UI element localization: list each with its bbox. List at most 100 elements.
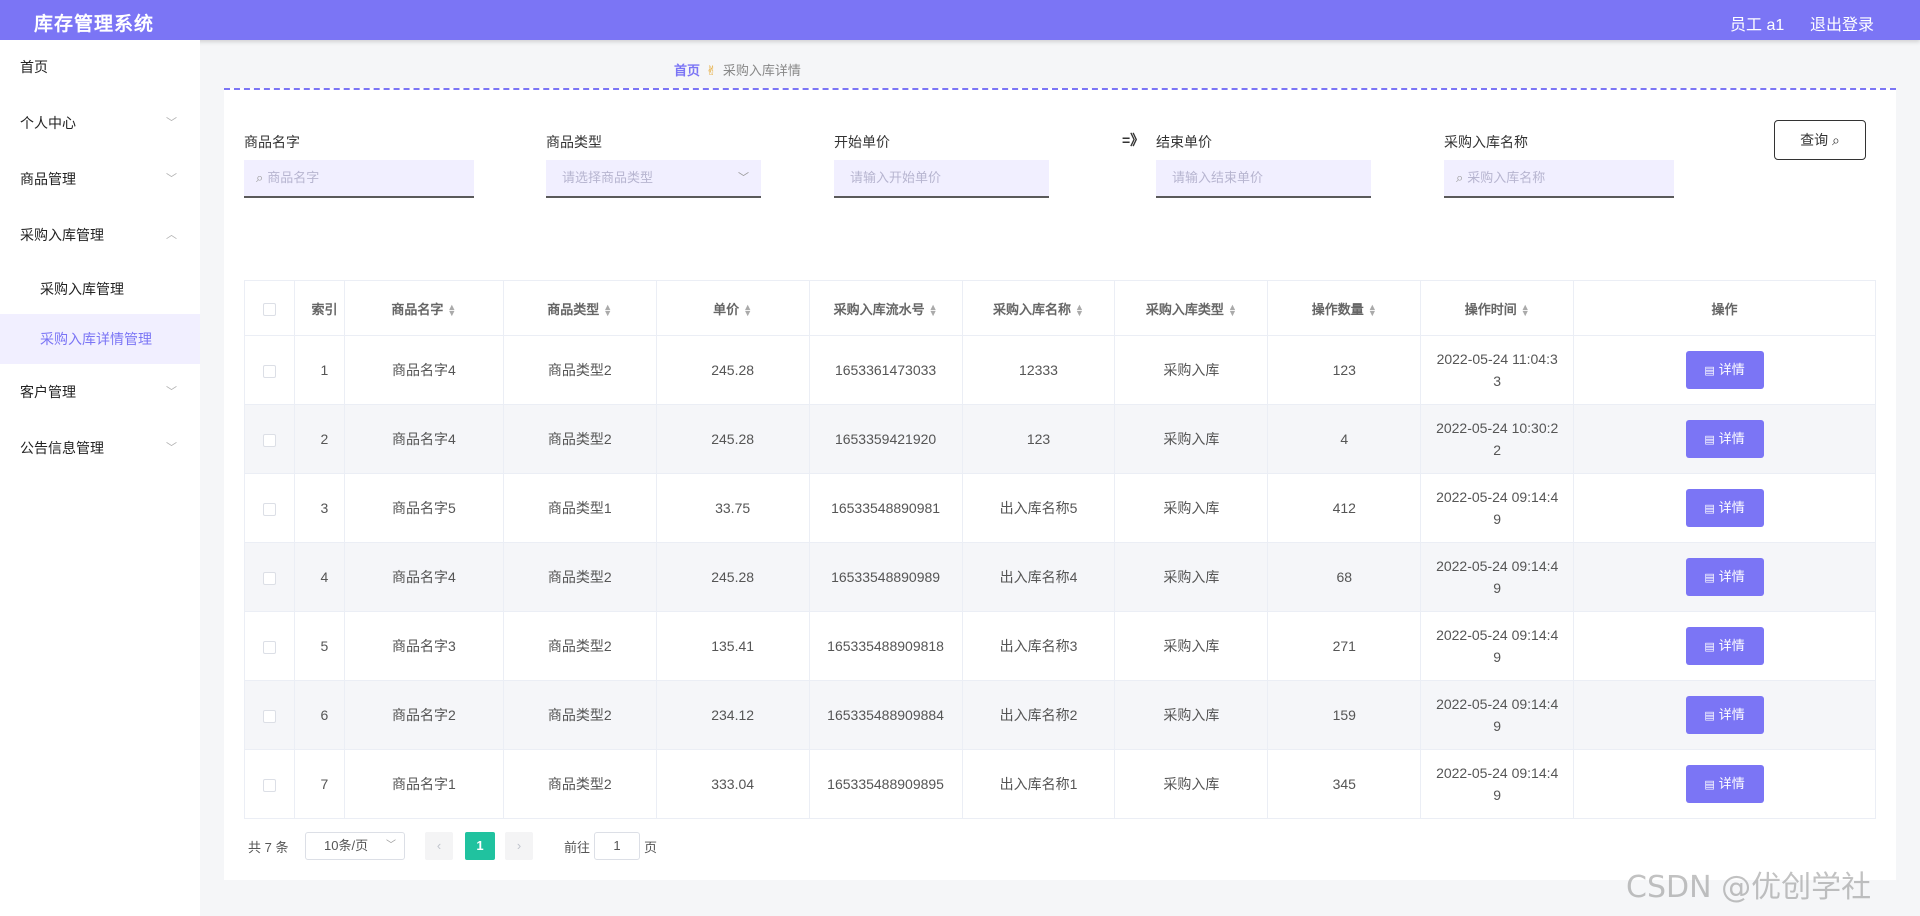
cell-serial: 165335488909895 [808, 749, 963, 819]
sort-icon[interactable]: ▲ ▼ [447, 303, 456, 318]
chevron-right-icon: › [516, 838, 522, 853]
header-quantity[interactable]: 操作数量 ▲ ▼ [1267, 280, 1422, 336]
sidebar-item-home[interactable]: 首页 [0, 42, 200, 92]
sidebar-item-personal-center[interactable]: 个人中心 ﹀ [0, 98, 200, 148]
sidebar-item-purchase[interactable]: 采购入库管理 ︿ [0, 210, 200, 260]
row-checkbox[interactable] [262, 778, 276, 792]
row-checkbox[interactable] [262, 364, 276, 378]
sidebar-subitem-purchase-manage[interactable]: 采购入库管理 [0, 264, 200, 314]
detail-button[interactable]: ▤ 详情 [1685, 696, 1764, 734]
pagination-total: 共 7 条 [248, 840, 289, 855]
sort-icon[interactable]: ▲ ▼ [1521, 303, 1530, 318]
sidebar-subitem-purchase-detail[interactable]: 采购入库详情管理 [0, 314, 200, 364]
sort-icon[interactable]: ▲ ▼ [743, 303, 752, 318]
time-line-1: 2022-05-24 09:14:4 [1436, 627, 1559, 643]
chevron-left-icon: ‹ [436, 838, 442, 853]
detail-button[interactable]: ▤ 详情 [1685, 627, 1764, 665]
detail-button[interactable]: ▤ 详情 [1685, 765, 1764, 803]
sidebar-item-label: 公告信息管理 [20, 440, 104, 456]
header-label: 单价 [713, 301, 740, 317]
cell-actions: ▤ 详情 [1573, 749, 1876, 819]
search-button-label: 查询 [1800, 132, 1829, 148]
detail-button[interactable]: ▤ 详情 [1685, 420, 1764, 458]
page-size-select[interactable]: 10条/页 ﹀ [305, 832, 405, 860]
document-icon: ▤ [1704, 434, 1715, 446]
goods-name-input[interactable]: ⌕ 商品名字 [244, 160, 474, 198]
table-row: 4 商品名字4 商品类型2 245.28 16533548890989 出入库名称4 采购入… [244, 542, 1876, 612]
header-price[interactable]: 单价 ▲ ▼ [655, 280, 810, 336]
row-checkbox[interactable] [262, 709, 276, 723]
cell-goods-name: 商品名字2 [343, 680, 504, 750]
sidebar-item-label: 采购入库管理 [20, 227, 104, 243]
chevron-down-icon: ﹀ [166, 442, 177, 454]
header-goods-name[interactable]: 商品名字 ▲ ▼ [343, 280, 504, 336]
cell-time: 2022-05-24 09:14:4 9 [1420, 611, 1575, 681]
search-button[interactable]: 查询 ⌕ [1774, 120, 1866, 160]
sort-icon[interactable]: ▲ ▼ [603, 303, 612, 318]
header-time[interactable]: 操作时间 ▲ ▼ [1420, 280, 1575, 336]
time-line-1: 2022-05-24 09:14:4 [1436, 696, 1559, 712]
row-select-cell [244, 611, 295, 681]
select-all-checkbox[interactable] [262, 302, 276, 316]
cell-time: 2022-05-24 11:04:3 3 [1420, 335, 1575, 405]
header-label: 采购入库名称 [993, 301, 1072, 317]
cell-actions: ▤ 详情 [1573, 404, 1876, 474]
sort-icon[interactable]: ▲ ▼ [1368, 303, 1377, 318]
purchase-name-input[interactable]: ⌕ 采购入库名称 [1444, 160, 1674, 198]
detail-button-label: 详情 [1718, 638, 1745, 653]
goods-type-select[interactable]: 请选择商品类型 ﹀ [546, 160, 761, 198]
header-label: 操作数量 [1311, 301, 1364, 317]
end-price-input[interactable]: 请输入结束单价 [1156, 160, 1371, 198]
header-goods-type[interactable]: 商品类型 ▲ ▼ [502, 280, 657, 336]
search-icon: ⌕ [1456, 170, 1464, 185]
row-checkbox[interactable] [262, 433, 276, 447]
cell-price: 135.41 [655, 611, 810, 681]
goods-type-label: 商品类型 [546, 134, 602, 150]
cell-goods-name: 商品名字4 [343, 404, 504, 474]
header-purchase-name[interactable]: 采购入库名称 ▲ ▼ [961, 280, 1116, 336]
document-icon: ▤ [1704, 365, 1715, 377]
cell-purchase-name: 出入库名称4 [961, 542, 1116, 612]
detail-button[interactable]: ▤ 详情 [1685, 351, 1764, 389]
prev-page-button[interactable]: ‹ [425, 832, 453, 860]
sidebar-item-notice[interactable]: 公告信息管理 ﹀ [0, 423, 200, 473]
cell-price: 234.12 [655, 680, 810, 750]
sort-icon[interactable]: ▲ ▼ [1228, 303, 1237, 318]
logout-button[interactable]: 退出登录 [1810, 11, 1874, 35]
sort-icon[interactable]: ▲ ▼ [929, 303, 938, 318]
sidebar-item-customer[interactable]: 客户管理 ﹀ [0, 367, 200, 417]
cell-quantity: 412 [1267, 473, 1422, 543]
time-line-2: 3 [1493, 373, 1502, 389]
row-checkbox[interactable] [262, 640, 276, 654]
cell-quantity: 68 [1267, 542, 1422, 612]
goods-type-placeholder: 请选择商品类型 [562, 170, 654, 185]
header-purchase-type[interactable]: 采购入库类型 ▲ ▼ [1114, 280, 1269, 336]
start-price-input[interactable]: 请输入开始单价 [834, 160, 1049, 198]
cell-goods-type: 商品类型1 [502, 473, 657, 543]
current-page-button[interactable]: 1 [465, 832, 495, 860]
row-select-cell [244, 335, 295, 405]
sort-icon[interactable]: ▲ ▼ [1075, 303, 1084, 318]
header-label: 商品类型 [547, 301, 600, 317]
purchase-detail-table: 索引 商品名字 ▲ ▼ 商品类型 ▲ ▼ 单价 ▲ ▼ 采购入库流水号 ▲ ▼ 采购入库名称 ▲ ▼… [244, 280, 1876, 819]
breadcrumb-home[interactable]: 首页 [674, 63, 700, 78]
next-page-button[interactable]: › [505, 832, 533, 860]
row-checkbox[interactable] [262, 571, 276, 585]
cell-serial: 1653359421920 [808, 404, 963, 474]
row-checkbox[interactable] [262, 502, 276, 516]
cell-purchase-type: 采购入库 [1114, 335, 1269, 405]
document-icon: ▤ [1704, 503, 1715, 515]
time-line-2: 9 [1493, 649, 1502, 665]
sidebar-item-goods[interactable]: 商品管理 ﹀ [0, 154, 200, 204]
header-actions: 操作 [1573, 280, 1876, 336]
goods-name-label: 商品名字 [244, 134, 300, 150]
header-serial[interactable]: 采购入库流水号 ▲ ▼ [808, 280, 963, 336]
detail-button[interactable]: ▤ 详情 [1685, 558, 1764, 596]
cell-goods-name: 商品名字1 [343, 749, 504, 819]
cell-index: 3 [293, 473, 345, 543]
start-price-label: 开始单价 [834, 134, 890, 150]
detail-button[interactable]: ▤ 详情 [1685, 489, 1764, 527]
goto-page-input[interactable]: 1 [594, 832, 640, 860]
cell-purchase-type: 采购入库 [1114, 473, 1269, 543]
purchase-name-label: 采购入库名称 [1444, 134, 1528, 150]
